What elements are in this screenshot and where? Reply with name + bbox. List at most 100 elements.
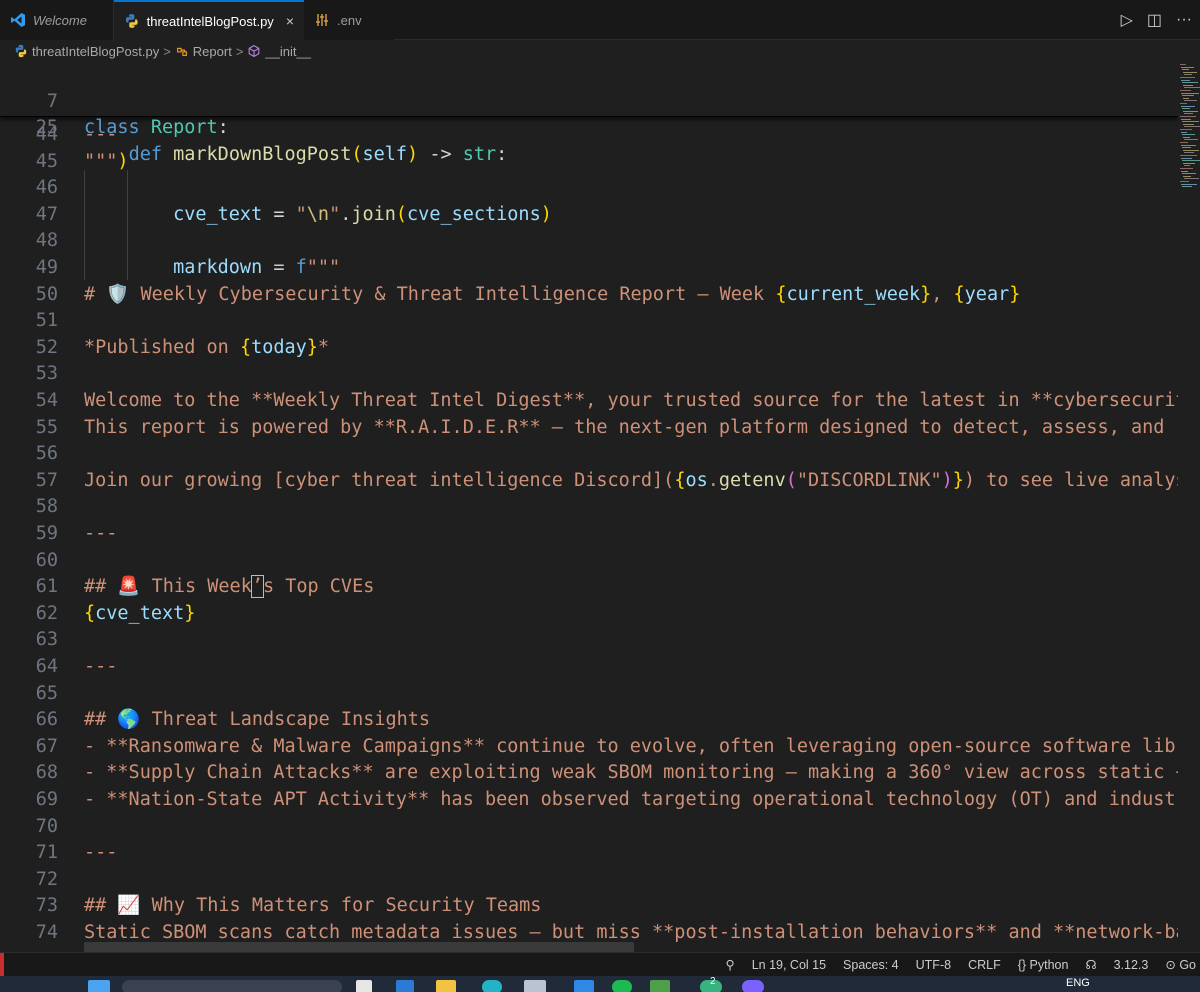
browser-icon[interactable]: [482, 980, 502, 992]
code-line[interactable]: 55 This report is powered by **R.A.I.D.E.…: [0, 415, 1178, 442]
code-line[interactable]: 54 Welcome to the **Weekly Threat Intel D…: [0, 388, 1178, 415]
indentation[interactable]: Spaces: 4: [843, 958, 899, 972]
code-line[interactable]: 64 ---: [0, 654, 1178, 681]
sticky-line[interactable]: 25 def markDownBlogPost(self) -> str:: [0, 89, 1178, 165]
tab-welcome[interactable]: Welcome: [0, 0, 114, 40]
line-number: 63: [35, 629, 58, 651]
code-line[interactable]: 69 - **Nation-State APT Activity** has be…: [0, 787, 1178, 814]
code-text: markdown = f""": [173, 257, 341, 278]
minimap-line: [1181, 92, 1199, 94]
code-line[interactable]: 71 ---: [0, 840, 1178, 867]
spotify-icon[interactable]: [612, 980, 632, 992]
copilot-icon[interactable]: ☊: [1085, 957, 1096, 972]
input-language[interactable]: ENG: [1066, 977, 1090, 989]
code-line[interactable]: 72: [0, 867, 1178, 894]
remote-indicator[interactable]: [0, 953, 4, 976]
code-line[interactable]: 52 *Published on {today}*: [0, 335, 1178, 362]
python-version[interactable]: 3.12.3: [1114, 958, 1149, 972]
code-line[interactable]: 63: [0, 627, 1178, 654]
ai-icon[interactable]: ⚲: [726, 957, 735, 972]
minimap-line: [1182, 95, 1194, 97]
chevron-right-icon: >: [235, 43, 244, 59]
code-line[interactable]: 49 markdown = f""": [0, 255, 1178, 282]
app-icon[interactable]: [742, 980, 764, 992]
minimap-line: [1180, 129, 1192, 130]
sticky-line[interactable]: 7 class Report:: [0, 62, 1178, 139]
line-number: 50: [35, 283, 58, 305]
code-line[interactable]: 62 {cve_text}: [0, 601, 1178, 628]
tab-threat-intel-blog-post[interactable]: threatIntelBlogPost.py ×: [114, 0, 304, 40]
search-box[interactable]: [122, 980, 342, 992]
code-text: cve_text = "\n".join(cve_sections): [173, 203, 552, 225]
minimap-line: [1180, 77, 1195, 78]
settings-file-icon: [316, 14, 328, 26]
code-line[interactable]: 68 - **Supply Chain Attacks** are exploit…: [0, 760, 1178, 787]
run-icon[interactable]: ▷: [1121, 10, 1133, 30]
code-line[interactable]: 56: [0, 441, 1178, 468]
minimap-line: [1180, 64, 1186, 65]
app-icon[interactable]: [524, 980, 546, 992]
minimap-line: [1184, 126, 1200, 128]
go-live-label: Go: [1179, 958, 1196, 972]
chevron-right-icon: >: [163, 43, 171, 59]
line-number: 73: [35, 895, 58, 917]
horizontal-scrollbar[interactable]: [84, 942, 634, 952]
minimap-line: [1184, 74, 1192, 76]
line-number: 70: [35, 815, 58, 837]
minimap-line: [1182, 82, 1198, 84]
code-line[interactable]: 61 ## 🚨 This Week’s Top CVEs: [0, 574, 1178, 601]
line-number: 67: [35, 735, 58, 757]
line-number: 52: [35, 336, 58, 358]
minimap-line: [1183, 162, 1195, 164]
code-editor[interactable]: 44 --- 45 """) 46 47 cve_text = "\n".join(cve…: [0, 62, 1178, 950]
end-of-line[interactable]: CRLF: [968, 958, 1001, 972]
code-line[interactable]: 70: [0, 814, 1178, 841]
code-line[interactable]: 73 ## 📈 Why This Matters for Security Tea…: [0, 893, 1178, 920]
code-line[interactable]: 65: [0, 681, 1178, 708]
minimap-line: [1180, 155, 1197, 156]
encoding[interactable]: UTF-8: [916, 958, 951, 972]
more-actions-icon[interactable]: ···: [1176, 11, 1192, 29]
breadcrumb-file[interactable]: threatIntelBlogPost.py: [32, 44, 159, 59]
code-line[interactable]: 67 - **Ransomware & Malware Campaigns** c…: [0, 734, 1178, 761]
minimap-line: [1182, 69, 1189, 71]
code-line[interactable]: 59 ---: [0, 521, 1178, 548]
minimap-line: [1181, 105, 1195, 107]
code-line[interactable]: 47 cve_text = "\n".join(cve_sections): [0, 202, 1178, 229]
minimap-line: [1183, 110, 1198, 112]
code-line[interactable]: 53: [0, 361, 1178, 388]
minimap[interactable]: [1178, 62, 1200, 950]
breadcrumb-member[interactable]: __init__: [265, 44, 311, 59]
line-number: 51: [35, 310, 58, 332]
code-line[interactable]: 60: [0, 548, 1178, 575]
cursor-position[interactable]: Ln 19, Col 15: [752, 958, 826, 972]
app-icon[interactable]: [396, 980, 414, 992]
code-line[interactable]: 57 Join our growing [cyber threat intelli…: [0, 468, 1178, 495]
line-number: 53: [35, 363, 58, 385]
code-line[interactable]: 48: [0, 228, 1178, 255]
code-line[interactable]: 50 # 🛡️ Weekly Cybersecurity & Threat Int…: [0, 282, 1178, 309]
vscode-taskbar-icon[interactable]: [574, 980, 594, 992]
code-line[interactable]: 46: [0, 175, 1178, 202]
line-number: 56: [35, 443, 58, 465]
minimap-line: [1183, 97, 1189, 99]
code-line[interactable]: 66 ## 🌎 Threat Landscape Insights: [0, 707, 1178, 734]
go-live[interactable]: ⊙ Go: [1165, 957, 1196, 972]
code-line[interactable]: 51: [0, 308, 1178, 335]
app-icon[interactable]: [650, 980, 670, 992]
code-line[interactable]: 58: [0, 494, 1178, 521]
taskview-icon[interactable]: [356, 980, 372, 992]
notification-badge: 2: [710, 976, 716, 987]
file-explorer-icon[interactable]: [436, 980, 456, 992]
minimap-line: [1181, 170, 1188, 172]
windows-start-icon[interactable]: [88, 980, 110, 992]
code-text: - **Supply Chain Attacks** are exploitin…: [84, 762, 1178, 784]
minimap-line: [1182, 160, 1200, 162]
language-mode[interactable]: {} Python: [1018, 958, 1069, 972]
tab-env[interactable]: .env: [304, 0, 394, 40]
minimap-line: [1181, 144, 1196, 146]
breadcrumb-class[interactable]: Report: [193, 44, 232, 59]
line-number: 60: [35, 549, 58, 571]
close-icon[interactable]: ×: [286, 13, 294, 29]
split-editor-icon[interactable]: ◫: [1147, 10, 1162, 30]
